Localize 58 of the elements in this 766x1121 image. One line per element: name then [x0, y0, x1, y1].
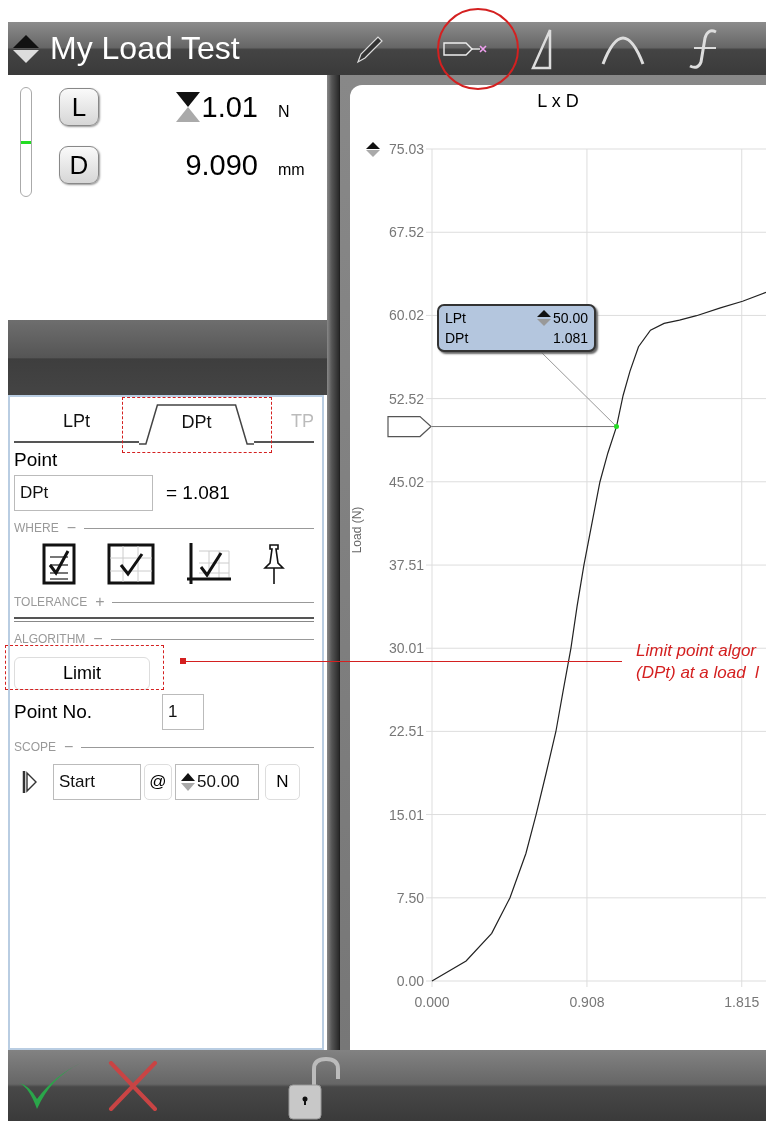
reading-value: 1.01 [201, 90, 258, 124]
point-result: = 1.081 [166, 482, 230, 504]
reading-unit: mm [278, 161, 305, 179]
reading-unit: N [278, 103, 290, 121]
algorithm-button[interactable]: Limit [14, 657, 150, 690]
y-tick-label: 22.51 [388, 723, 424, 740]
y-tick-label: 30.01 [388, 640, 424, 657]
channel-button[interactable]: L [59, 88, 99, 126]
reading-value: 9.090 [185, 148, 258, 182]
y-tick-label: 60.02 [388, 307, 424, 324]
channel-button[interactable]: D [59, 146, 99, 184]
padlock-icon[interactable] [287, 1057, 341, 1121]
point-name-field[interactable]: DPt [14, 475, 153, 511]
point-label: Point [14, 449, 59, 471]
limit-marker[interactable] [387, 415, 432, 438]
y-tick-label: 7.50 [396, 889, 424, 906]
y-tick-label: 67.52 [388, 224, 424, 241]
y-axis-label: Load (N) [350, 506, 364, 554]
y-tick-label: 0.00 [396, 973, 424, 989]
spinner-icon[interactable] [366, 142, 380, 157]
y-tick-label: 75.03 [388, 141, 424, 157]
pushpin-icon[interactable] [262, 543, 287, 585]
window-title: My Load Test [50, 30, 240, 67]
play-marker-icon[interactable] [22, 770, 38, 794]
tab[interactable]: DPt [139, 401, 254, 443]
scope-value-field[interactable]: 50.00 [175, 764, 259, 800]
tooltip-label: DPt [445, 330, 469, 346]
cross-icon[interactable] [107, 1060, 159, 1111]
limit-point [614, 424, 619, 430]
chart-check-icon[interactable] [186, 543, 231, 585]
y-tick-label: 45.02 [388, 473, 424, 490]
scope-start-field[interactable]: Start [53, 764, 141, 800]
y-tick-label: 15.01 [388, 806, 424, 823]
chart-title: L x D [536, 91, 580, 112]
checklist-icon[interactable] [42, 543, 76, 585]
spinner-icon[interactable] [181, 772, 195, 792]
hourglass-icon [175, 92, 200, 122]
sort-icon[interactable] [12, 33, 40, 64]
at-button[interactable]: @ [144, 764, 172, 800]
section-title: TOLERANCE [14, 595, 88, 609]
tab[interactable]: LPt [14, 401, 139, 443]
unit-button[interactable]: N [265, 764, 300, 800]
point-number-field[interactable]: 1 [162, 694, 204, 730]
section-title: WHERE [14, 521, 59, 535]
point-number-label: Point No. [14, 701, 94, 723]
x-tick-label: 1.815 [724, 994, 760, 1010]
x-tick-label: 0.000 [414, 994, 450, 1010]
x-tick-label: 0.908 [569, 994, 605, 1010]
y-tick-label: 37.51 [388, 557, 424, 574]
table-check-icon[interactable] [107, 543, 156, 585]
y-tick-label: 52.52 [388, 390, 424, 407]
spinner-icon [536, 309, 551, 327]
section-title: ALGORITHM [14, 632, 86, 646]
callout-note: Limit point algor (DPt) at a load l [636, 640, 759, 684]
section-title: SCOPE [14, 740, 56, 754]
tooltip-value: 50.00 [552, 310, 588, 326]
tooltip-value: 1.081 [552, 330, 588, 346]
tooltip-label: LPt [445, 310, 466, 326]
